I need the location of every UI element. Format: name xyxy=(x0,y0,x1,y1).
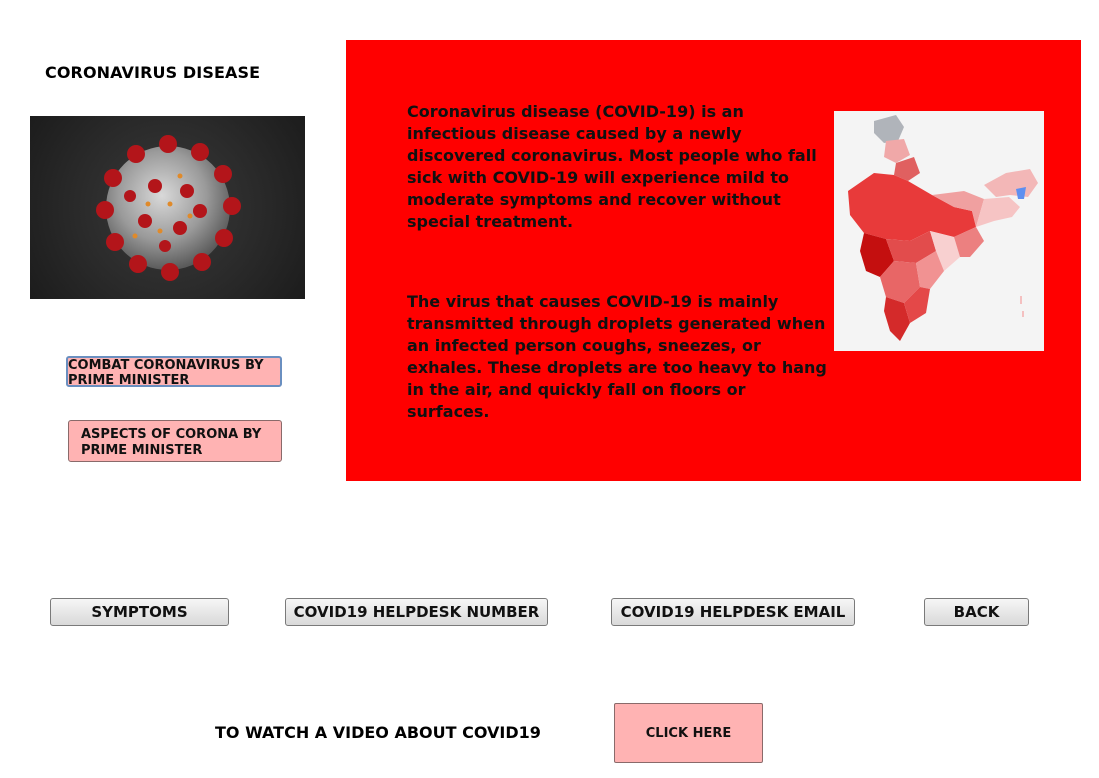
info-paragraph-2: The virus that causes COVID-19 is mainly… xyxy=(407,292,827,421)
india-covid-map-icon xyxy=(834,111,1044,351)
video-prompt-label: TO WATCH A VIDEO ABOUT COVID19 xyxy=(215,723,541,742)
covid-info-page: CORONAVIRUS DISEASE COMBAT CORONAVIRUS B… xyxy=(0,0,1099,778)
click-here-button[interactable]: CLICK HERE xyxy=(614,703,763,763)
helpdesk-email-button[interactable]: COVID19 HELPDESK EMAIL xyxy=(611,598,855,626)
helpdesk-number-button[interactable]: COVID19 HELPDESK NUMBER xyxy=(285,598,548,626)
coronavirus-image xyxy=(30,116,305,299)
back-button[interactable]: BACK xyxy=(924,598,1029,626)
info-panel: Coronavirus disease (COVID-19) is an inf… xyxy=(346,40,1081,481)
india-map-image xyxy=(834,111,1044,351)
coronavirus-illustration-icon xyxy=(96,135,241,281)
info-paragraph-1: Coronavirus disease (COVID-19) is an inf… xyxy=(407,102,817,231)
symptoms-button[interactable]: SYMPTOMS xyxy=(50,598,229,626)
aspects-of-corona-button[interactable]: ASPECTS OF CORONA BY PRIME MINISTER xyxy=(68,420,282,462)
combat-coronavirus-button[interactable]: COMBAT CORONAVIRUS BY PRIME MINISTER xyxy=(66,356,282,388)
page-title: CORONAVIRUS DISEASE xyxy=(45,63,261,82)
